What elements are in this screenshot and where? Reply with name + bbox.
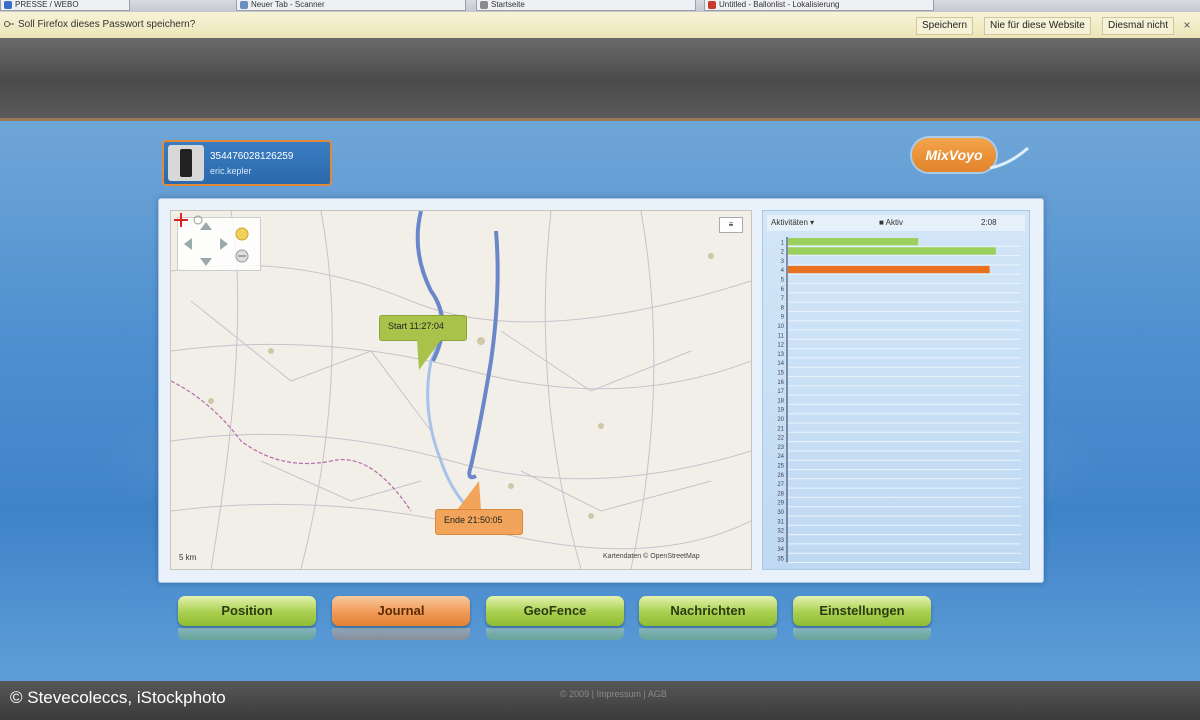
chart-tick-label: 23: [777, 445, 784, 451]
key-icon: [4, 21, 14, 27]
chart-tick-label: 29: [777, 501, 784, 507]
chart-tick-label: 6: [781, 287, 785, 293]
chart-tick-label: 33: [777, 538, 784, 544]
chart-tick-label: 35: [777, 557, 784, 563]
chart-tick-label: 21: [777, 426, 784, 432]
firefox-icon: [4, 1, 12, 9]
nav-tab-geofence[interactable]: GeoFence: [486, 596, 624, 626]
chart-bar: [788, 265, 990, 274]
nav-tab-reflection: [486, 628, 624, 640]
chart-tick-label: 26: [777, 473, 784, 479]
nav-tab-position[interactable]: Position: [178, 596, 316, 626]
chart-tick-label: 30: [777, 510, 784, 516]
browser-tab[interactable]: Startseite: [476, 0, 696, 11]
chart-tick-label: 13: [777, 352, 784, 358]
page-icon: [708, 1, 716, 9]
end-callout-pointer: [457, 481, 481, 510]
chart-tick-label: 14: [777, 361, 784, 367]
activity-chart: Aktivitäten ▾ ■ Aktiv 2:08 1 2 3 4 5 6 7 8 9 10 11…: [762, 210, 1030, 570]
chart-tick-label: 3: [781, 259, 785, 265]
chart-tick-label: 32: [777, 529, 784, 535]
crosshair-icon[interactable]: [171, 211, 205, 229]
device-id: 354476028126259: [210, 151, 294, 162]
nav-tab-reflection: [332, 628, 470, 640]
route-start-callout: Start 11:27:04: [379, 315, 467, 341]
never-save-button[interactable]: Nie für diese Website: [984, 17, 1091, 35]
browser-tab[interactable]: PRESSE / WEBO: [0, 0, 130, 11]
nav-tab-einstellungen[interactable]: Einstellungen: [793, 596, 931, 626]
chart-bar: [788, 247, 996, 255]
chart-tick-label: 5: [781, 278, 785, 284]
notification-message: Soll Firefox dieses Passwort speichern?: [18, 19, 196, 30]
map-scale: 5 km: [179, 553, 197, 562]
chart-tick-label: 31: [777, 519, 784, 525]
layer-toggle-button[interactable]: ≡: [719, 217, 743, 233]
not-now-button[interactable]: Diesmal nicht: [1102, 17, 1175, 35]
tab-label: PRESSE / WEBO: [15, 0, 79, 9]
phone-icon: [168, 145, 204, 181]
photo-credit: © Stevecoleccs, iStockphoto: [10, 688, 226, 707]
chart-tick-label: 2: [781, 250, 785, 256]
nav-tab-nachrichten[interactable]: Nachrichten: [639, 596, 777, 626]
chart-tick-label: 24: [777, 454, 784, 460]
chart-tick-label: 28: [777, 491, 784, 497]
browser-tab-bar: PRESSE / WEBO Neuer Tab - Scanner Starts…: [0, 0, 1200, 12]
close-icon[interactable]: ×: [1180, 18, 1194, 32]
start-callout-pointer: [417, 340, 441, 370]
chart-tick-label: 1: [781, 240, 785, 246]
chart-tick-label: 8: [781, 305, 785, 311]
chart-tick-label: 4: [781, 268, 785, 274]
device-selector[interactable]: 354476028126259 eric.kepler: [162, 140, 332, 186]
page-icon: [240, 1, 248, 9]
chart-tick-label: 17: [777, 389, 784, 395]
chart-tick-label: 18: [777, 398, 784, 404]
save-password-button[interactable]: Speichern: [916, 17, 974, 35]
app-header-band: [0, 38, 1200, 121]
chart-tick-label: 7: [781, 296, 785, 302]
chart-tick-label: 11: [778, 333, 785, 339]
chart-tick-label: 25: [777, 464, 784, 470]
footer-text: © 2009 | Impressum | AGB: [560, 689, 667, 699]
logo-swoosh-icon: [990, 146, 1029, 170]
brand-logo: MixVoyo: [912, 138, 996, 172]
browser-tab[interactable]: Neuer Tab - Scanner: [236, 0, 466, 11]
chart-tick-label: 9: [781, 315, 785, 321]
chart-plot: 1234567891011121314151617181920212223242…: [777, 237, 1021, 563]
password-notification-bar: Soll Firefox dieses Passwort speichern? …: [0, 12, 1200, 39]
page-icon: [480, 1, 488, 9]
tab-label: Startseite: [491, 0, 525, 9]
map-attribution: Kartendaten © OpenStreetMap: [603, 553, 700, 560]
browser-tab[interactable]: Untitled - Ballonlist - Lokalisierung: [704, 0, 934, 11]
nav-tab-journal[interactable]: Journal: [332, 596, 470, 626]
nav-tab-reflection: [178, 628, 316, 640]
chart-tick-label: 27: [777, 482, 784, 488]
device-name: eric.kepler: [210, 166, 252, 176]
chart-tick-label: 16: [777, 380, 784, 386]
chart-tick-label: 15: [777, 371, 784, 377]
route-end-callout: Ende 21:50:05: [435, 509, 523, 535]
tab-label: Neuer Tab - Scanner: [251, 0, 325, 9]
chart-tick-label: 34: [777, 547, 784, 553]
chart-tick-label: 20: [777, 417, 784, 423]
route-map[interactable]: ≡ Start 11:27:04 Ende 21:50:05 5 km Kart…: [170, 210, 752, 570]
chart-tick-label: 10: [777, 324, 784, 330]
tab-label: Untitled - Ballonlist - Lokalisierung: [719, 0, 840, 9]
nav-tab-reflection: [793, 628, 931, 640]
chart-tick-label: 22: [777, 436, 784, 442]
chart-tick-label: 19: [777, 408, 784, 414]
nav-tab-reflection: [639, 628, 777, 640]
chart-bar: [788, 238, 919, 246]
chart-tick-label: 12: [777, 343, 784, 349]
